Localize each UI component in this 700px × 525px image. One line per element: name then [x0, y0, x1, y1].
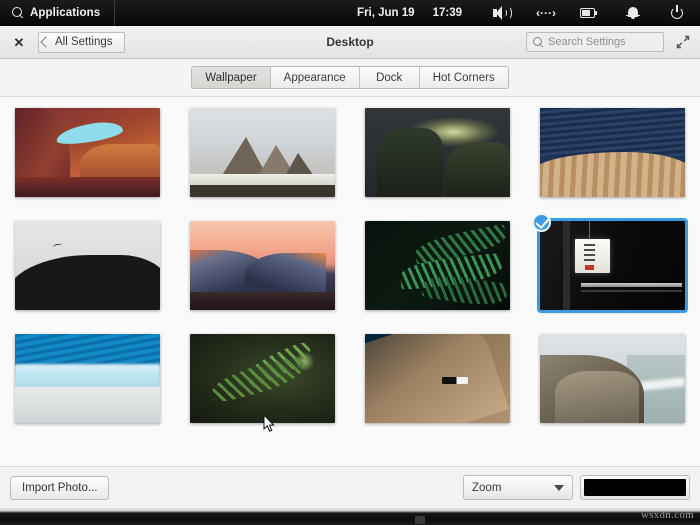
thumbnail-art — [15, 334, 160, 423]
wallpaper-image-sunset-mountains[interactable] — [190, 221, 335, 310]
background-color-button[interactable] — [580, 475, 690, 500]
wallpaper-image-snowy-peaks[interactable] — [190, 108, 335, 197]
wallpaper-thumbnail[interactable] — [190, 334, 335, 423]
zoom-mode-dropdown[interactable]: Zoom — [463, 475, 573, 500]
thumbnail-art — [540, 108, 685, 197]
thumbnail-art — [15, 108, 160, 197]
wallpaper-thumbnail[interactable] — [15, 221, 160, 310]
tab-dock-label: Dock — [376, 72, 402, 84]
panel-date: Fri, Jun 19 — [357, 7, 415, 19]
wallpaper-thumbnail[interactable] — [15, 108, 160, 197]
search-icon — [12, 7, 23, 18]
search-icon — [533, 37, 543, 47]
wallpaper-thumbnail[interactable] — [190, 108, 335, 197]
thumbnail-art — [540, 334, 685, 423]
background-color-swatch — [584, 479, 686, 496]
notifications-bell-icon[interactable] — [624, 5, 642, 21]
wallpaper-image-green-ferns[interactable] — [365, 221, 510, 310]
zoom-mode-value: Zoom — [472, 482, 501, 494]
tab-wallpaper[interactable]: Wallpaper — [192, 67, 270, 88]
tab-hot-corners[interactable]: Hot Corners — [420, 67, 508, 88]
titlebar-right-group: Search Settings — [526, 32, 692, 52]
wallpaper-grid — [0, 108, 700, 423]
wallpaper-thumbnail[interactable] — [365, 334, 510, 423]
wallpaper-thumbnail-selected[interactable] — [540, 221, 685, 310]
panel-tray: ‹···› — [462, 5, 700, 21]
settings-tabbar: Wallpaper Appearance Dock Hot Corners — [191, 66, 508, 89]
window-bottom-bar: Import Photo... Zoom — [0, 466, 700, 508]
thumbnail-art — [540, 221, 685, 310]
search-placeholder: Search Settings — [548, 36, 626, 48]
chevron-down-icon — [554, 485, 564, 491]
wallpaper-image-coastal-headland[interactable] — [540, 334, 685, 423]
wallpaper-thumbnail[interactable] — [540, 334, 685, 423]
wallpaper-image-boardwalk-sea[interactable] — [540, 108, 685, 197]
tab-appearance-label: Appearance — [284, 72, 346, 84]
wallpaper-thumbnail[interactable] — [15, 334, 160, 423]
wallpaper-image-slot-canyon[interactable] — [15, 108, 160, 197]
battery-icon[interactable] — [580, 5, 598, 21]
thumbnail-art — [365, 108, 510, 197]
bottom-right-group: Zoom — [463, 475, 690, 500]
wallpaper-thumbnail[interactable] — [190, 221, 335, 310]
check-icon — [532, 213, 551, 232]
thumbnail-art — [190, 221, 335, 310]
thumbnail-art — [365, 221, 510, 310]
maximize-button[interactable] — [674, 33, 692, 51]
applications-menu[interactable]: Applications — [0, 0, 115, 26]
thumbnail-art — [190, 334, 335, 423]
expand-arrows-icon — [674, 33, 692, 51]
wallpaper-image-paper-lantern-doorway[interactable] — [540, 221, 685, 310]
volume-icon[interactable] — [492, 5, 510, 21]
tabbar-area: Wallpaper Appearance Dock Hot Corners — [0, 59, 700, 97]
panel-clock[interactable]: Fri, Jun 19 17:39 — [357, 7, 462, 19]
close-button[interactable]: ✕ — [10, 33, 28, 51]
dock-item[interactable] — [415, 516, 425, 524]
all-settings-back-button[interactable]: All Settings — [38, 32, 125, 53]
top-panel: Applications Fri, Jun 19 17:39 ‹···› — [0, 0, 700, 26]
wallpaper-image-misty-forest[interactable] — [365, 108, 510, 197]
wallpaper-image-aerial-shoreline[interactable] — [15, 334, 160, 423]
import-photo-label: Import Photo... — [22, 482, 97, 494]
tab-hot-corners-label: Hot Corners — [433, 72, 495, 84]
panel-time: 17:39 — [433, 7, 462, 19]
all-settings-label: All Settings — [55, 36, 113, 48]
wallpaper-grid-area — [0, 97, 700, 466]
watermark: wsxdn.com — [641, 509, 694, 521]
thumbnail-art — [365, 334, 510, 423]
thumbnail-art — [15, 221, 160, 310]
tab-appearance[interactable]: Appearance — [271, 67, 360, 88]
wallpaper-thumbnail[interactable] — [365, 221, 510, 310]
wallpaper-image-bird-over-hill[interactable] — [15, 221, 160, 310]
tab-wallpaper-label: Wallpaper — [205, 72, 256, 84]
wallpaper-thumbnail[interactable] — [540, 108, 685, 197]
applications-menu-label: Applications — [30, 7, 100, 19]
desktop-dock: wsxdn.com — [0, 508, 700, 525]
thumbnail-art — [190, 108, 335, 197]
settings-window: ✕ All Settings Desktop Search Settings W… — [0, 26, 700, 508]
power-icon[interactable] — [668, 5, 686, 21]
search-input[interactable]: Search Settings — [526, 32, 664, 52]
wallpaper-image-conifer-branch[interactable] — [190, 334, 335, 423]
window-titlebar: ✕ All Settings Desktop Search Settings — [0, 26, 700, 59]
wallpaper-thumbnail[interactable] — [365, 108, 510, 197]
import-photo-button[interactable]: Import Photo... — [10, 476, 109, 500]
wallpaper-image-cliff-road-aerial[interactable] — [365, 334, 510, 423]
network-icon[interactable]: ‹···› — [536, 5, 554, 21]
tab-dock[interactable]: Dock — [360, 67, 420, 88]
